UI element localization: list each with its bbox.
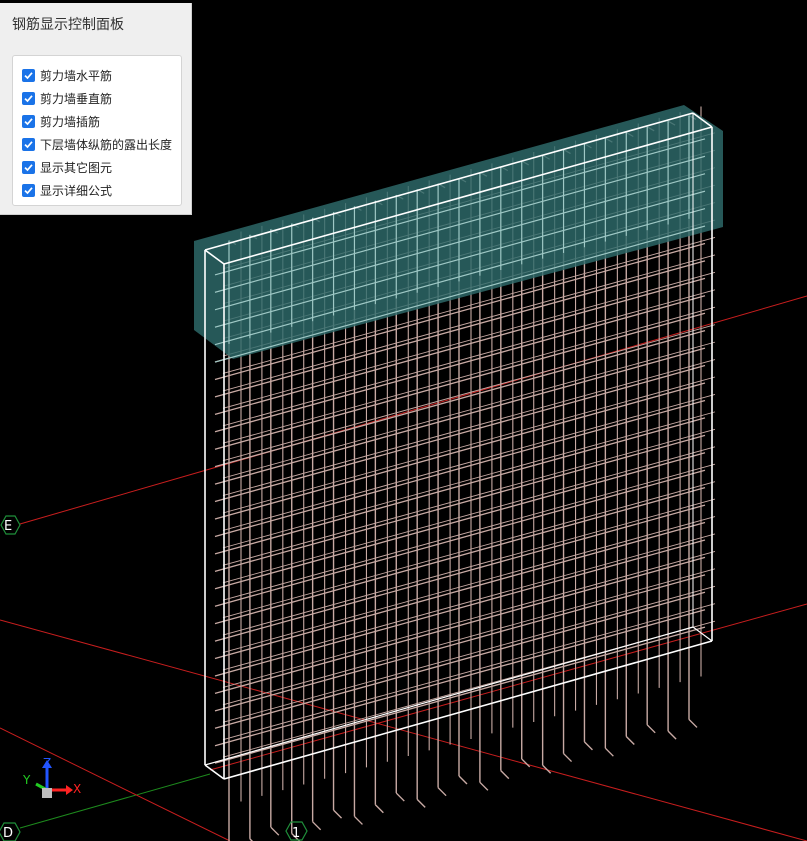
horizontal-rebar	[214, 539, 706, 677]
x-axis-label: X	[73, 782, 81, 796]
dowel-hook	[604, 747, 614, 757]
dowel-hook	[270, 826, 280, 836]
checkbox[interactable]	[22, 115, 35, 128]
dowel-hook	[353, 815, 363, 825]
dowel-hook	[395, 792, 405, 802]
option-dowel-bars[interactable]: 剪力墙插筋	[13, 110, 181, 133]
horizontal-rebar	[214, 417, 706, 555]
grid-bubble-1: 1	[285, 821, 308, 841]
grid-bubble-d: D	[0, 822, 21, 841]
horizontal-rebar-back	[222, 516, 716, 653]
checkbox[interactable]	[22, 92, 35, 105]
dowel-hook	[625, 736, 635, 745]
checkbox[interactable]	[22, 184, 35, 197]
checkbox[interactable]	[22, 138, 35, 151]
dowel-hook	[688, 718, 698, 728]
horizontal-rebar-back	[222, 603, 716, 741]
horizontal-rebar	[214, 364, 706, 503]
horizontal-rebar	[214, 382, 706, 520]
checkbox[interactable]	[22, 161, 35, 174]
grid-label-d: D	[3, 826, 13, 841]
horizontal-rebar-back	[222, 550, 716, 688]
option-label: 下层墙体纵筋的露出长度	[40, 138, 173, 152]
axis-gizmo: Z X Y	[22, 756, 81, 798]
horizontal-rebar	[214, 626, 706, 764]
option-label: 显示详细公式	[40, 184, 113, 198]
horizontal-rebar-back	[222, 341, 716, 479]
option-vertical-bars[interactable]: 剪力墙垂直筋	[13, 87, 181, 110]
horizontal-rebar-back	[222, 428, 716, 566]
horizontal-rebar	[214, 347, 706, 485]
grid-label-1: 1	[292, 826, 300, 841]
horizontal-rebar	[214, 521, 706, 660]
origin-cube-icon	[42, 788, 52, 798]
options-list: 剪力墙水平筋 剪力墙垂直筋 剪力墙插筋 下层墙体纵筋的露出长度 显示其它图元 显…	[12, 55, 182, 206]
horizontal-rebar-back	[222, 481, 716, 619]
grid-label-e: E	[4, 519, 12, 534]
horizontal-rebar-back	[222, 498, 716, 636]
grid-bubble-e: E	[0, 515, 21, 535]
y-axis-label: Y	[22, 773, 31, 787]
horizontal-rebar	[214, 574, 706, 712]
outline-edge	[692, 626, 713, 642]
option-horizontal-bars[interactable]: 剪力墙水平筋	[13, 64, 181, 87]
horizontal-rebar-back	[222, 359, 716, 496]
dowel-hook	[667, 730, 677, 740]
grid-lines	[0, 295, 807, 841]
horizontal-rebar	[214, 434, 706, 572]
check-icon	[24, 187, 33, 195]
horizontal-rebar-back	[222, 533, 716, 671]
check-icon	[24, 72, 33, 80]
horizontal-rebar	[214, 504, 706, 642]
horizontal-rebar	[214, 469, 706, 607]
check-icon	[24, 164, 33, 172]
horizontal-rebar-back	[222, 463, 716, 601]
check-icon	[24, 141, 33, 149]
horizontal-rebar-back	[222, 446, 716, 584]
option-show-other-elements[interactable]: 显示其它图元	[13, 156, 181, 179]
z-axis-label: Z	[43, 756, 51, 770]
horizontal-rebar-back	[222, 585, 716, 723]
option-lower-wall-exposed-length[interactable]: 下层墙体纵筋的露出长度	[13, 133, 181, 156]
horizontal-rebar	[214, 591, 706, 729]
dowel-hook	[437, 787, 447, 797]
horizontal-rebar	[214, 487, 706, 625]
option-label: 剪力墙垂直筋	[40, 92, 113, 106]
horizontal-rebar	[214, 452, 706, 590]
option-label: 剪力墙水平筋	[40, 69, 113, 83]
horizontal-rebar	[214, 330, 706, 468]
check-icon	[24, 118, 33, 126]
horizontal-rebar	[214, 399, 706, 538]
dowel-hook	[646, 724, 656, 734]
horizontal-rebar	[214, 609, 706, 747]
dowel-hook	[563, 753, 573, 763]
horizontal-rebar-back	[222, 394, 716, 531]
dowel-hook	[374, 804, 384, 814]
dowel-hook	[458, 775, 468, 785]
dowel-hook	[500, 770, 510, 780]
dowel-hook	[479, 781, 489, 791]
option-show-detailed-formula[interactable]: 显示详细公式	[13, 179, 181, 202]
dowel-hook	[333, 809, 343, 819]
horizontal-rebar-back	[222, 568, 716, 706]
dowel-hook	[312, 821, 322, 831]
option-label: 显示其它图元	[40, 161, 113, 175]
horizontal-rebar-back	[222, 411, 716, 549]
3d-viewport[interactable]: E D 1 Z X Y 钢筋显示控制面板 剪力墙水平筋 剪力墙垂直筋 剪力墙插筋…	[0, 0, 807, 841]
dowel-hook	[583, 741, 593, 751]
horizontal-rebar-back	[222, 376, 716, 514]
grid-line-diagonal	[0, 619, 807, 841]
horizontal-rebar-back	[222, 324, 716, 462]
option-label: 剪力墙插筋	[40, 115, 101, 129]
rebar-display-control-panel: 钢筋显示控制面板 剪力墙水平筋 剪力墙垂直筋 剪力墙插筋 下层墙体纵筋的露出长度…	[0, 3, 192, 215]
check-icon	[24, 95, 33, 103]
horizontal-rebar	[214, 556, 706, 695]
checkbox[interactable]	[22, 69, 35, 82]
panel-title: 钢筋显示控制面板	[12, 17, 124, 33]
outline-edge	[223, 640, 713, 780]
dowel-hook	[416, 798, 426, 808]
